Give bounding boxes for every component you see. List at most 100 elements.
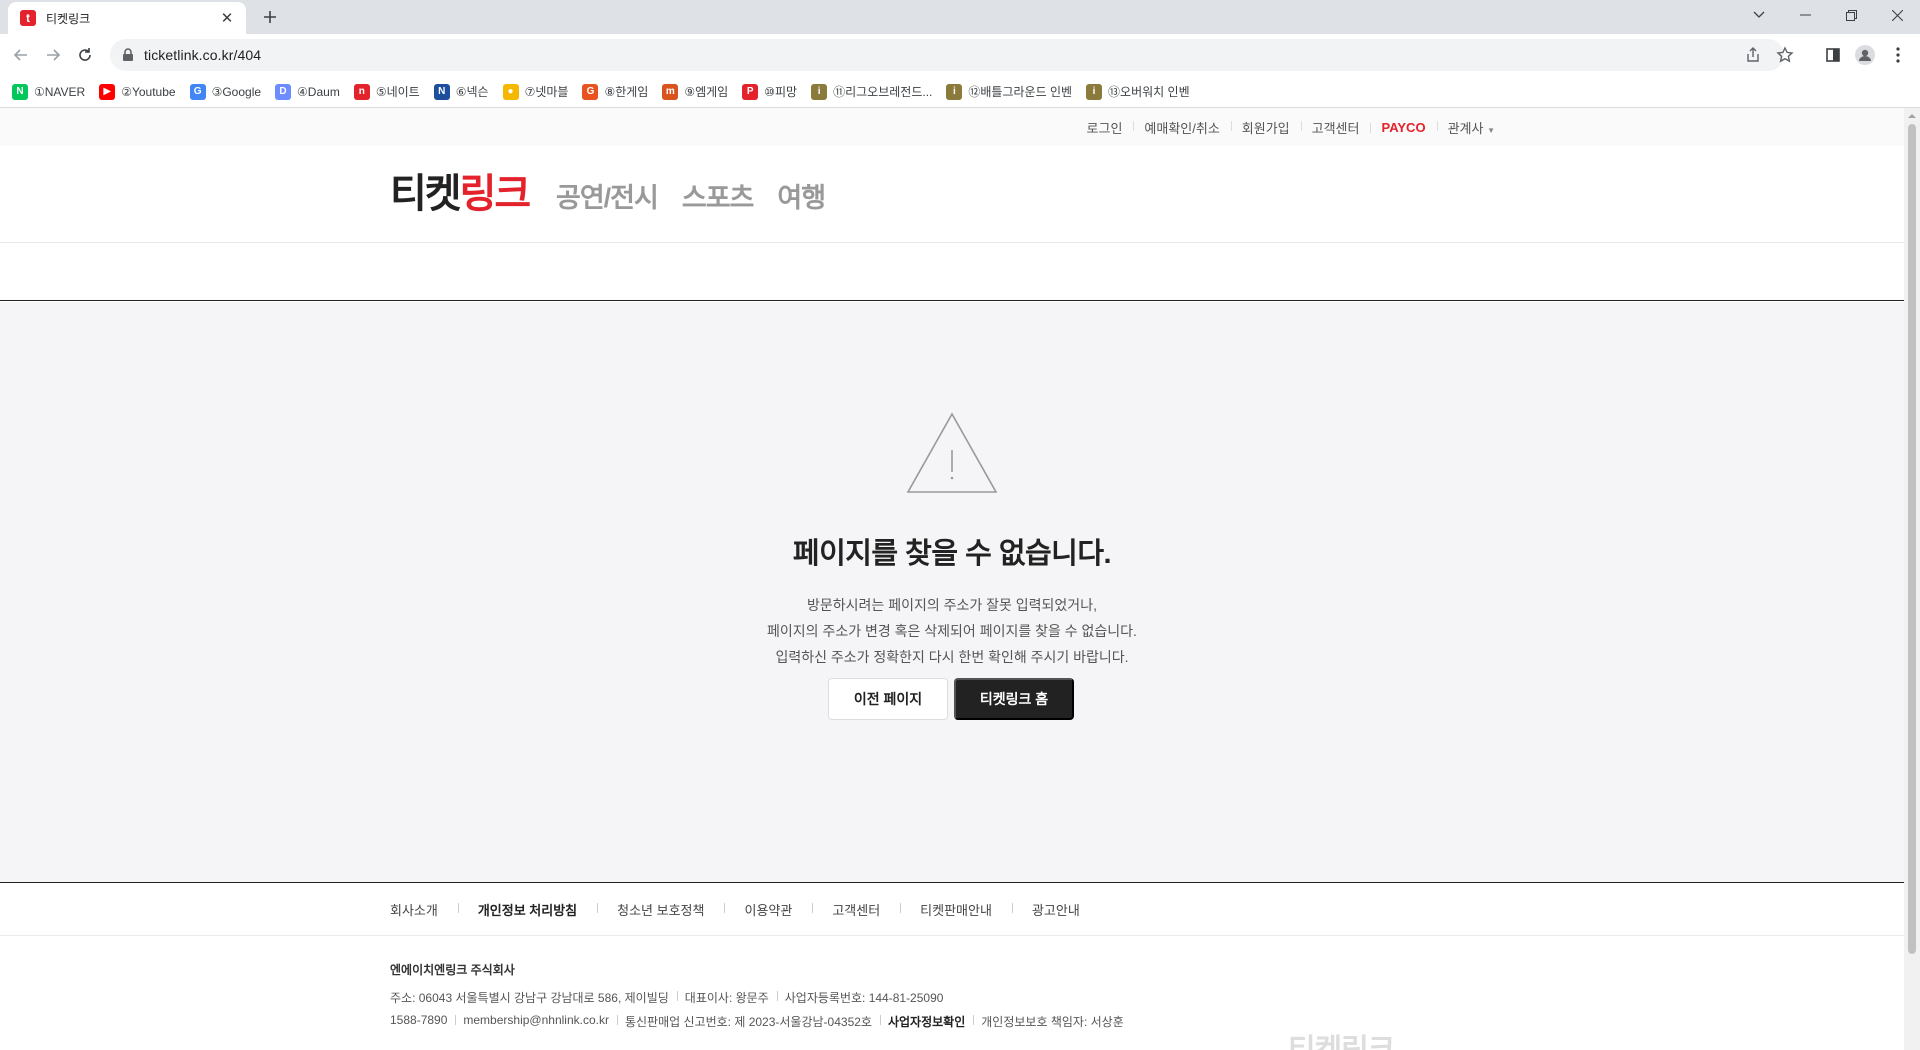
footer-info-line-2: 1588-7890 membership@nhnlink.co.kr 통신판매업… (390, 1013, 1132, 1030)
address-bar[interactable]: ticketlink.co.kr/404 (110, 39, 1794, 71)
logo-dark-text: 티켓 (390, 172, 462, 216)
ticketlink-home-button[interactable]: 티켓링크 홈 (954, 678, 1074, 720)
tab-close-icon[interactable]: ✕ (218, 9, 236, 27)
footer-link-terms[interactable]: 이용약관 (724, 900, 812, 919)
footer-links: 회사소개 개인정보 처리방침 청소년 보호정책 이용약관 고객센터 티켓판매안내… (390, 883, 1100, 935)
google-icon: G (189, 83, 206, 100)
scroll-thumb[interactable] (1908, 124, 1916, 954)
bookmark-label: ⑬오버워치 인벤 (1108, 85, 1190, 99)
main-menu: 공연/전시 스포츠 여행 (556, 176, 849, 215)
error-content: 페이지를 찾을 수 없습니다. 방문하시려는 페이지의 주소가 잘못 입력되었거… (0, 302, 1904, 890)
bookmark-item[interactable]: N ⑥넥슨 (433, 83, 489, 100)
bookmark-item[interactable]: m ⑨엠게임 (662, 83, 728, 100)
browser-toolbar: ticketlink.co.kr/404 (0, 34, 1920, 76)
customer-center-link[interactable]: 고객센터 (1300, 118, 1371, 137)
nexon-icon: N (433, 83, 450, 100)
footer-biz-info-link[interactable]: 사업자정보확인 (879, 1013, 973, 1030)
tab-title: 티켓링크 (46, 11, 91, 26)
footer-address: 주소: 06043 서울특별시 강남구 강남대로 586, 제이빌딩 (390, 991, 669, 1005)
bookmark-item[interactable]: ● ⑦넷마블 (502, 83, 568, 100)
back-icon[interactable] (8, 42, 34, 68)
scroll-up-arrow-icon[interactable] (1908, 112, 1916, 120)
footer-link-youth[interactable]: 청소년 보호정책 (597, 900, 724, 919)
error-actions: 이전 페이지 티켓링크 홈 (828, 678, 1074, 720)
bookmark-label: ④Daum (297, 84, 340, 99)
footer-ceo: 대표이사: 왕문주 (676, 989, 777, 1006)
side-panel-icon[interactable] (1821, 43, 1845, 67)
page-viewport: 로그인 예매확인/취소 회원가입 고객센터 PAYCO 관계사 ▼ 티켓링크 공… (0, 108, 1904, 1050)
bookmark-label: ⑥넥슨 (455, 85, 489, 99)
bookmark-label: ③Google (211, 84, 262, 99)
bookmark-item[interactable]: i ⑫배틀그라운드 인벤 (946, 83, 1072, 100)
nate-icon: n (353, 83, 370, 100)
error-desc-line: 페이지의 주소가 변경 혹은 삭제되어 페이지를 찾을 수 없습니다. (767, 623, 1137, 639)
share-icon[interactable] (1744, 46, 1762, 64)
lol-icon: i (811, 83, 828, 100)
pmang-icon: P (742, 83, 759, 100)
caret-down-icon: ▼ (1487, 125, 1495, 135)
footer-email[interactable]: membership@nhnlink.co.kr (455, 1013, 617, 1030)
footer-link-sales[interactable]: 티켓판매안내 (900, 900, 1012, 919)
bookmark-item[interactable]: G ③Google (189, 83, 262, 100)
menu-sports[interactable]: 스포츠 (682, 176, 755, 215)
menu-travel[interactable]: 여행 (777, 176, 826, 215)
ticketlink-logo[interactable]: 티켓링크 (390, 172, 531, 216)
minimize-icon[interactable] (1782, 0, 1828, 30)
affiliates-label: 관계사 (1447, 120, 1484, 136)
error-title: 페이지를 찾을 수 없습니다. (792, 538, 1112, 570)
menu-performance-exhibition[interactable]: 공연/전시 (556, 176, 659, 215)
footer-company-name: 엔에이치엔링크 주식회사 (390, 963, 515, 977)
profile-avatar-icon[interactable] (1853, 43, 1877, 67)
footer-link-privacy[interactable]: 개인정보 처리방침 (457, 900, 597, 919)
ticketlink-favicon-icon: t (20, 10, 36, 26)
new-tab-icon[interactable] (258, 5, 282, 29)
bookmark-item[interactable]: i ⑪리그오브레전드... (811, 83, 932, 100)
reload-icon[interactable] (72, 42, 98, 68)
footer: 회사소개 개인정보 처리방침 청소년 보호정책 이용약관 고객센터 티켓판매안내… (0, 882, 1904, 1050)
login-link[interactable]: 로그인 (1076, 118, 1134, 137)
restore-icon[interactable] (1828, 0, 1874, 30)
footer-logo: 티켓링크 (1288, 1025, 1395, 1050)
bookmark-item[interactable]: n ⑤네이트 (353, 83, 420, 100)
main-header: 티켓링크 공연/전시 스포츠 여행 (0, 146, 1904, 243)
close-window-icon[interactable] (1874, 0, 1920, 30)
footer-info-line-1: 주소: 06043 서울특별시 강남구 강남대로 586, 제이빌딩 대표이사:… (390, 989, 951, 1006)
bookmark-star-icon[interactable] (1776, 46, 1794, 64)
reservation-check-link[interactable]: 예매확인/취소 (1133, 118, 1230, 137)
browser-tab[interactable]: t 티켓링크 ✕ (8, 2, 246, 34)
footer-divider (0, 935, 1904, 936)
footer-link-company[interactable]: 회사소개 (390, 900, 458, 919)
bookmark-item[interactable]: D ④Daum (275, 83, 340, 100)
footer-link-ads[interactable]: 광고안내 (1011, 900, 1100, 919)
tab-search-chevron-icon[interactable] (1736, 0, 1782, 30)
sub-nav-bar (0, 243, 1904, 301)
mgame-icon: m (662, 83, 679, 100)
bookmark-item[interactable]: P ⑩피망 (742, 83, 797, 100)
youtube-icon: ▶ (99, 83, 116, 100)
footer-phone: 1588-7890 (390, 1013, 448, 1027)
affiliates-dropdown[interactable]: 관계사 ▼ (1436, 118, 1506, 137)
bookmark-label: ①NAVER (34, 84, 86, 99)
naver-icon: N (12, 83, 28, 100)
page-scrollbar[interactable] (1904, 108, 1920, 1050)
bookmark-item[interactable]: ▶ ②Youtube (99, 83, 176, 100)
bookmark-label: ⑨엠게임 (684, 85, 729, 99)
url-text: ticketlink.co.kr/404 (144, 47, 262, 63)
forward-icon[interactable] (40, 42, 66, 68)
utility-links: 로그인 예매확인/취소 회원가입 고객센터 PAYCO 관계사 ▼ (1076, 108, 1506, 146)
bookmark-label: ⑤네이트 (375, 85, 420, 99)
inven-icon: i (946, 83, 963, 100)
inven-icon: i (1086, 83, 1103, 100)
bookmark-item[interactable]: N ①NAVER (12, 83, 86, 100)
bookmark-item[interactable]: i ⑬오버워치 인벤 (1086, 83, 1190, 100)
footer-mail-order: 통신판매업 신고번호: 제 2023-서울강남-04352호 (616, 1013, 880, 1030)
payco-link[interactable]: PAYCO (1370, 120, 1436, 135)
browser-menu-icon[interactable] (1886, 43, 1910, 67)
lock-icon (123, 48, 133, 61)
signup-link[interactable]: 회원가입 (1230, 118, 1301, 137)
footer-biz-number: 사업자등록번호: 144-81-25090 (776, 989, 952, 1006)
bookmark-item[interactable]: G ⑧한게임 (582, 83, 648, 100)
footer-link-support[interactable]: 고객센터 (812, 900, 900, 919)
previous-page-button[interactable]: 이전 페이지 (828, 678, 948, 720)
warning-triangle-icon (906, 412, 998, 493)
